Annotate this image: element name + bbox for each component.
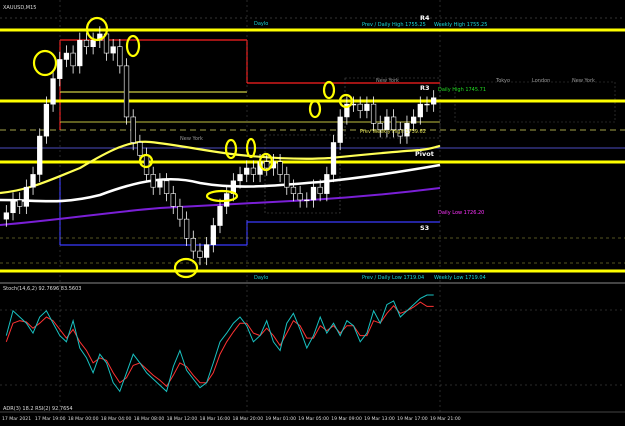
- x-tick-label: 17 Mar 19:00: [35, 416, 66, 422]
- x-tick-label: 18 Mar 04:00: [101, 416, 132, 422]
- chart-window: XAUUSD,M15 R4 R3 S3 Pivot Prev / Daily H…: [0, 0, 625, 426]
- candle: [63, 52, 70, 60]
- pivot-label: Pivot: [415, 150, 434, 158]
- stoch-main-line: [5, 294, 434, 393]
- candle: [90, 40, 96, 48]
- time-axis: 17 Mar 2021 17 Mar 19:00 18 Mar 00:00 18 Ma…: [2, 416, 461, 422]
- candle: [83, 40, 90, 48]
- candle: [3, 212, 9, 220]
- stoch-indicator-label: Stoch(14,6,2) 92.7696 83.5603: [3, 286, 81, 292]
- candle: [110, 46, 116, 54]
- candle: [190, 237, 196, 252]
- candle: [70, 52, 76, 67]
- candle: [410, 116, 417, 124]
- candle: [357, 103, 363, 111]
- chart-canvas: XAUUSD,M15 R4 R3 S3 Pivot Prev / Daily H…: [0, 0, 625, 422]
- candle: [297, 193, 303, 201]
- x-tick-label: 19 Mar 13:00: [364, 416, 395, 422]
- candle: [390, 116, 397, 131]
- stochastic-panel: [0, 294, 625, 393]
- candle: [137, 142, 143, 156]
- prev-daily-low-label: Prev / Daily Low 1719.04: [362, 275, 424, 281]
- daily-high-label: Daily High 1745.71: [438, 87, 486, 93]
- session-tokyo-label: Tokyo: [495, 78, 510, 84]
- candle: [304, 199, 310, 202]
- candle: [157, 180, 163, 188]
- x-tick-label: 19 Mar 05:00: [298, 416, 329, 422]
- weekly-high-label: Weekly High 1755.25: [434, 22, 487, 28]
- symbol-label: XAUUSD,M15: [3, 5, 36, 11]
- candle: [204, 244, 210, 258]
- candle: [264, 161, 270, 169]
- candle: [50, 78, 56, 105]
- x-tick-label: 18 Mar 16:00: [200, 416, 231, 422]
- candle: [310, 186, 317, 201]
- x-tick-label: 18 Mar 20:00: [232, 416, 263, 422]
- candle: [217, 206, 223, 226]
- candle: [130, 116, 136, 143]
- x-tick-label: 19 Mar 09:00: [331, 416, 362, 422]
- candle: [370, 103, 377, 124]
- session-daily-label: Daylo: [254, 21, 268, 27]
- session-newyork2-label: New York: [376, 78, 399, 84]
- candle: [43, 103, 50, 137]
- candle: [317, 186, 323, 194]
- candle: [384, 116, 390, 131]
- candle: [330, 142, 337, 175]
- x-tick-label: 19 Mar 21:00: [430, 416, 461, 422]
- candle: [277, 161, 283, 175]
- session-daily2-label: Daylo: [254, 275, 268, 281]
- candle: [163, 180, 170, 194]
- candle: [244, 167, 250, 175]
- candle: [337, 116, 343, 143]
- x-tick-label: 17 Mar 2021: [2, 416, 31, 422]
- bottom-indicator-label: ADR(3) 18.2 RSI(2) 92.7654: [3, 406, 73, 412]
- prev-daily-high-label: Prev / Daily High 1755.25: [362, 22, 426, 28]
- candle: [290, 186, 297, 194]
- candle: [431, 97, 437, 105]
- x-tick-label: 18 Mar 12:00: [167, 416, 198, 422]
- candle: [424, 103, 430, 106]
- candle: [23, 186, 30, 207]
- candle: [37, 135, 43, 175]
- x-tick-label: 19 Mar 01:00: [265, 416, 296, 422]
- weekly-low-label: Weekly Low 1719.04: [434, 275, 486, 281]
- x-tick-label: 18 Mar 08:00: [134, 416, 165, 422]
- candle: [57, 59, 63, 79]
- candle: [210, 225, 216, 245]
- candle: [123, 65, 130, 118]
- candle: [177, 206, 183, 220]
- candle: [117, 46, 123, 67]
- candle: [77, 40, 83, 67]
- stoch-signal-line: [5, 301, 434, 388]
- candle: [30, 174, 36, 188]
- x-tick-label: 18 Mar 00:00: [68, 416, 99, 422]
- prev-weekly-high-label: Prev Weekly High 1739.62: [360, 129, 426, 135]
- candle: [237, 174, 243, 182]
- daily-low-label: Daily Low 1726.20: [438, 210, 484, 216]
- session-newyork-label: New York: [180, 136, 203, 142]
- candle: [364, 103, 370, 111]
- candle: [17, 199, 23, 207]
- candle: [250, 167, 257, 175]
- r4-label: R4: [420, 14, 430, 22]
- r3-label: R3: [420, 84, 430, 92]
- candle: [10, 199, 16, 214]
- s3-label: S3: [420, 224, 429, 232]
- session-london-label: London: [532, 78, 550, 84]
- candle: [150, 174, 156, 188]
- candle: [324, 174, 330, 194]
- candle: [170, 193, 176, 207]
- x-tick-label: 19 Mar 17:00: [397, 416, 428, 422]
- candle: [143, 154, 150, 175]
- session-newyork3-label: New York: [572, 78, 595, 84]
- candle: [183, 218, 190, 239]
- candle: [197, 250, 203, 258]
- candle: [417, 103, 423, 118]
- candle: [284, 174, 290, 188]
